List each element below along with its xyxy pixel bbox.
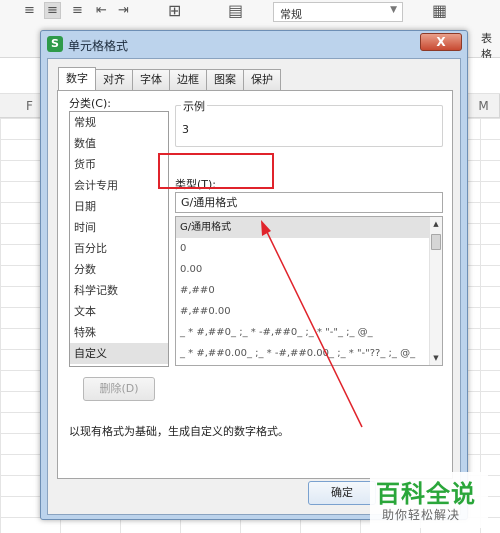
- tab-protection[interactable]: 保护: [243, 69, 281, 90]
- close-button[interactable]: X: [420, 33, 462, 51]
- category-item-custom[interactable]: 自定义: [70, 343, 168, 364]
- watermark-subtitle: 助你轻松解决: [382, 508, 461, 522]
- category-item-currency[interactable]: 货币: [70, 154, 168, 175]
- type-list-item[interactable]: #,##0.00: [176, 301, 430, 322]
- category-item-text[interactable]: 文本: [70, 301, 168, 322]
- align-top-icon[interactable]: ≡: [24, 4, 35, 17]
- type-list-item[interactable]: _ * #,##0_ ;_ * -#,##0_ ;_ * "-"_ ;_ @_: [176, 322, 430, 343]
- type-list-item[interactable]: 0: [176, 238, 430, 259]
- ok-button[interactable]: 确定: [308, 481, 376, 505]
- scroll-down-icon[interactable]: ▼: [430, 352, 442, 364]
- category-item-percentage[interactable]: 百分比: [70, 238, 168, 259]
- column-header-m[interactable]: M: [468, 94, 500, 118]
- delete-button[interactable]: 删除(D): [83, 377, 155, 401]
- wrap-text-icon[interactable]: ▤: [228, 3, 243, 19]
- align-bottom-icon[interactable]: ≡: [72, 4, 83, 17]
- decrease-indent-icon[interactable]: ⇤: [96, 4, 107, 17]
- watermark-title: 百科全说: [376, 480, 476, 508]
- increase-indent-icon[interactable]: ⇥: [118, 4, 129, 17]
- table-style-icon[interactable]: ▦: [432, 3, 447, 19]
- type-input[interactable]: G/通用格式: [175, 192, 443, 213]
- close-icon: X: [436, 35, 446, 49]
- tab-alignment[interactable]: 对齐: [95, 69, 133, 90]
- tab-strip: 数字 对齐 字体 边框 图案 保护: [58, 67, 281, 90]
- type-list-item[interactable]: G/通用格式: [176, 217, 430, 238]
- dialog-titlebar[interactable]: S 单元格格式 X: [41, 31, 467, 57]
- sample-value: 3: [182, 123, 189, 136]
- category-item-fraction[interactable]: 分数: [70, 259, 168, 280]
- dialog-title: 单元格格式: [68, 39, 129, 53]
- scrollbar-thumb[interactable]: [431, 234, 441, 250]
- format-cells-dialog: S 单元格格式 X 数字 对齐 字体 边框 图案 保护 分类(C): 常规 数值…: [40, 30, 468, 520]
- category-item-number[interactable]: 数值: [70, 133, 168, 154]
- tab-border[interactable]: 边框: [169, 69, 207, 90]
- category-item-time[interactable]: 时间: [70, 217, 168, 238]
- align-center-icon[interactable]: ≡: [44, 2, 61, 19]
- category-list[interactable]: 常规 数值 货币 会计专用 日期 时间 百分比 分数 科学记数 文本 特殊 自定…: [69, 111, 169, 367]
- category-item-general[interactable]: 常规: [70, 112, 168, 133]
- type-list-item[interactable]: _ * #,##0.00_ ;_ * -#,##0.00_ ;_ * "-"??…: [176, 343, 430, 364]
- tab-pattern[interactable]: 图案: [206, 69, 244, 90]
- type-list-item[interactable]: #,##0: [176, 280, 430, 301]
- category-label: 分类(C):: [69, 97, 111, 110]
- type-list-item[interactable]: 0.00: [176, 259, 430, 280]
- category-item-accounting[interactable]: 会计专用: [70, 175, 168, 196]
- number-format-value: 常规: [280, 8, 302, 21]
- merge-cells-icon[interactable]: ⊞: [168, 3, 181, 19]
- sample-group: 示例 3: [175, 98, 443, 147]
- annotation-highlight-box: [158, 153, 274, 189]
- app-logo-icon: S: [47, 36, 63, 52]
- category-item-date[interactable]: 日期: [70, 196, 168, 217]
- format-description: 以现有格式为基础，生成自定义的数字格式。: [69, 425, 289, 438]
- number-format-select[interactable]: 常规 ▼: [273, 2, 403, 22]
- tab-number[interactable]: 数字: [58, 67, 96, 90]
- dialog-body: 数字 对齐 字体 边框 图案 保护 分类(C): 常规 数值 货币 会计专用 日…: [47, 58, 461, 515]
- number-tab-panel: 分类(C): 常规 数值 货币 会计专用 日期 时间 百分比 分数 科学记数 文…: [57, 90, 453, 479]
- tab-font[interactable]: 字体: [132, 69, 170, 90]
- type-format-list[interactable]: G/通用格式 0 0.00 #,##0 #,##0.00 _ * #,##0_ …: [175, 216, 443, 366]
- type-list-scrollbar[interactable]: ▲ ▼: [429, 217, 442, 365]
- watermark-logo: 百科全说 助你轻松解决: [370, 472, 488, 528]
- chevron-down-icon: ▼: [390, 5, 397, 15]
- sample-label: 示例: [181, 98, 207, 114]
- scroll-up-icon[interactable]: ▲: [430, 218, 442, 230]
- category-item-special[interactable]: 特殊: [70, 322, 168, 343]
- category-item-scientific[interactable]: 科学记数: [70, 280, 168, 301]
